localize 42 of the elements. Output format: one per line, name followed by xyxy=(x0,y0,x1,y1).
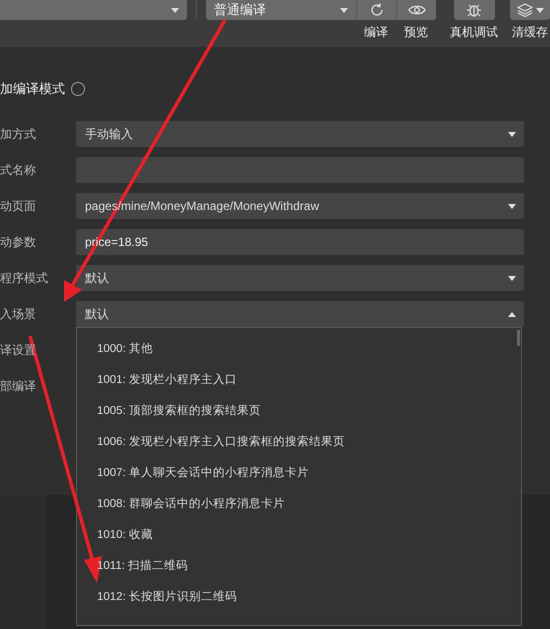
tool-label: 预览 xyxy=(404,24,428,41)
tool-label: 清缓存 xyxy=(512,24,548,41)
refresh-button[interactable] xyxy=(356,0,396,20)
scene-option[interactable]: 1006: 发现栏小程序主入口搜索框的搜索结果页 xyxy=(77,426,521,457)
scene-option[interactable]: 1012: 长按图片识别二维码 xyxy=(77,581,521,612)
eye-icon xyxy=(408,4,426,16)
field-label: 程序模式 xyxy=(0,270,49,286)
field-label: 动参数 xyxy=(0,234,37,250)
select-field[interactable]: 默认 xyxy=(76,301,524,327)
scene-option[interactable]: 1007: 单人聊天会话中的小程序消息卡片 xyxy=(77,457,521,488)
scene-option[interactable]: 1008: 群聊会话中的小程序消息卡片 xyxy=(77,488,521,519)
debug-button[interactable] xyxy=(454,0,494,20)
preview-button[interactable] xyxy=(396,0,436,20)
bug-icon xyxy=(466,2,482,18)
caret-icon xyxy=(508,312,516,316)
scrollbar-thumb[interactable] xyxy=(517,330,520,346)
refresh-icon xyxy=(368,2,384,18)
caret-icon xyxy=(508,204,516,208)
scene-option[interactable]: 1000: 其他 xyxy=(77,333,521,364)
caret-icon xyxy=(536,8,544,12)
scene-option[interactable]: 1001: 发现栏小程序主入口 xyxy=(77,364,521,395)
field-label: 加方式 xyxy=(0,126,37,142)
caret-icon xyxy=(508,276,516,280)
select-field[interactable]: 默认 xyxy=(76,265,524,291)
field-label: 部编译 xyxy=(0,378,37,394)
layers-icon xyxy=(516,3,532,17)
form-title: 加编译模式 xyxy=(0,80,65,98)
field-label: 入场景 xyxy=(0,306,37,322)
field-label: 式名称 xyxy=(0,162,37,178)
select-field[interactable]: 手动输入 xyxy=(76,121,524,147)
field-label: 动页面 xyxy=(0,198,37,214)
scene-option[interactable]: 1010: 收藏 xyxy=(77,519,521,550)
caret-icon xyxy=(508,132,516,136)
caret-icon xyxy=(340,8,348,12)
compile-mode-dropdown[interactable]: 普通编译 xyxy=(206,0,356,20)
input-field[interactable] xyxy=(76,157,524,183)
tool-label: 编译 xyxy=(364,24,388,41)
caret-icon xyxy=(171,8,180,12)
cache-button[interactable] xyxy=(510,0,550,20)
help-icon[interactable] xyxy=(71,82,85,96)
tool-label: 真机调试 xyxy=(450,24,498,41)
scene-option[interactable]: 1005: 顶部搜索框的搜索结果页 xyxy=(77,395,521,426)
